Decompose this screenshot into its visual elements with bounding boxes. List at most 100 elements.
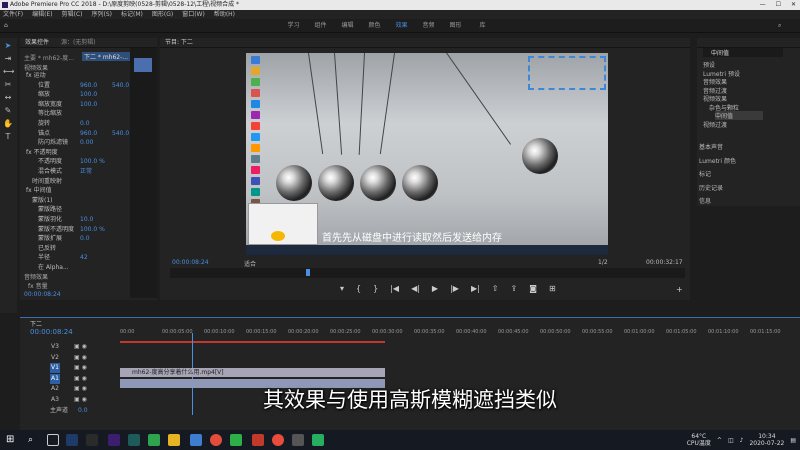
effect-row[interactable]: 不透明度100.0 %◷ (24, 158, 156, 166)
app-icon[interactable] (86, 434, 98, 446)
effect-row[interactable]: 蒙版羽化10.0◷ (24, 216, 156, 224)
effect-row[interactable]: 在 Alpha...◷ (24, 264, 156, 272)
pen-icon[interactable]: ✎ (3, 106, 13, 116)
ripple-edit-icon[interactable]: ⟷ (3, 67, 14, 77)
side-panel-tab[interactable]: 信息 (699, 196, 711, 205)
effect-row-value[interactable]: 0.0 (80, 120, 90, 128)
effect-row-value[interactable]: 0.0 (80, 235, 90, 243)
track-label[interactable]: A2 (50, 384, 60, 394)
effects-search-input[interactable]: 中间值 (703, 48, 783, 57)
track-toggle-icon[interactable]: ▣ ◉ (74, 354, 87, 361)
mark-out-bracket-icon[interactable]: } (373, 284, 378, 293)
menu-file[interactable]: 文件(F) (3, 10, 23, 19)
effect-row-value[interactable]: 960.0 (80, 82, 97, 90)
menu-marker[interactable]: 标记(M) (121, 10, 143, 19)
track-toggle-icon[interactable]: ▣ ◉ (74, 396, 87, 403)
windows-start-icon[interactable]: ⊞ (6, 434, 18, 446)
wechat-icon[interactable] (230, 434, 242, 446)
photoshop-icon[interactable] (66, 434, 78, 446)
effect-row[interactable]: 蒙版扩展0.0◷ (24, 235, 156, 243)
razor-icon[interactable]: ✂ (3, 80, 13, 90)
volume-icon[interactable]: ♪ (740, 437, 744, 444)
effect-row[interactable]: 已反转◷ (24, 245, 156, 253)
track-label[interactable]: A3 (50, 395, 60, 405)
effect-row[interactable]: 时间重映射◷ (24, 178, 156, 186)
timeline-ruler[interactable]: 00:00 00:00:05:00 00:00:10:00 00:00:15:00 00… (120, 327, 790, 337)
effect-row-value[interactable]: 100.0 % (80, 158, 105, 166)
effect-row[interactable]: 位置960.0540.0◷ (24, 82, 156, 90)
tab-program[interactable]: 节目: 下二 (165, 39, 193, 46)
effect-row-value[interactable]: 0.00 (80, 139, 93, 147)
search-icon[interactable]: ⌕ (778, 22, 781, 30)
app-icon[interactable] (312, 434, 324, 446)
tab-sequence[interactable]: 下二 (30, 319, 42, 328)
playhead-icon[interactable] (306, 269, 310, 276)
effect-row-value[interactable]: 540.0 (112, 130, 129, 138)
effect-row[interactable]: 半径42◷ (24, 254, 156, 262)
track-toggle-icon[interactable]: ▣ ◉ (74, 343, 87, 350)
program-timecode[interactable]: 00:00:08:24 (172, 259, 209, 266)
app-icon[interactable] (168, 434, 180, 446)
resolution-dropdown[interactable]: 1/2 (598, 259, 608, 266)
track-toggle-icon[interactable]: ▣ ◉ (74, 385, 87, 392)
go-to-out-icon[interactable]: ▶| (471, 284, 480, 293)
effect-controls-timecode[interactable]: 00:00:08:24 (24, 291, 61, 298)
menu-sequence[interactable]: 序列(S) (92, 10, 113, 19)
tab-effect-controls[interactable]: 效果控件 (25, 39, 49, 46)
camera-icon[interactable]: ◙ (529, 284, 537, 293)
effect-row-value[interactable]: 正常 (80, 168, 92, 176)
close-icon[interactable]: ✕ (791, 0, 796, 10)
workspace-audio[interactable]: 音频 (415, 19, 442, 33)
side-panel-tab[interactable]: 基本声音 (699, 142, 723, 151)
network-icon[interactable]: ◫ (728, 437, 734, 444)
app-icon[interactable] (148, 434, 160, 446)
tray-arrow-icon[interactable]: ^ (717, 437, 722, 444)
effect-row-value[interactable]: 100.0 (80, 91, 97, 99)
effect-row[interactable]: 蒙版(1)◷ (24, 197, 156, 205)
effect-row[interactable]: 旋转0.0◷ (24, 120, 156, 128)
slip-icon[interactable]: ↔ (3, 93, 13, 103)
effect-row-value[interactable]: 10.0 (80, 216, 93, 224)
workspace-libraries[interactable]: 库 (469, 19, 496, 33)
notification-icon[interactable]: ▤ (790, 437, 796, 444)
effect-row[interactable]: fx 运动◷ (24, 72, 156, 80)
workspace-color[interactable]: 颜色 (361, 19, 388, 33)
menu-window[interactable]: 窗口(W) (182, 10, 205, 19)
effect-row[interactable]: 缩放100.0◷ (24, 91, 156, 99)
task-view-icon[interactable] (47, 434, 59, 446)
workspace-graphics[interactable]: 图形 (442, 19, 469, 33)
record-icon[interactable] (272, 434, 284, 446)
premiere-taskbar-icon[interactable] (108, 434, 120, 446)
track-select-icon[interactable]: ⇥ (3, 54, 13, 64)
track-label[interactable]: V3 (50, 342, 60, 352)
app-icon[interactable] (292, 434, 304, 446)
track-toggle-icon[interactable]: ▣ ◉ (74, 375, 87, 382)
search-taskbar-icon[interactable]: ⌕ (28, 434, 40, 446)
effect-row[interactable]: 蒙版路径◷ (24, 206, 156, 214)
hand-icon[interactable]: ✋ (3, 119, 13, 129)
app-icon[interactable] (252, 434, 264, 446)
sequence-clip-dropdown[interactable]: 下二 * mh62-... (82, 52, 130, 61)
side-panel-tab[interactable]: 标记 (699, 169, 711, 178)
menu-edit[interactable]: 编辑(E) (32, 10, 52, 19)
timeline-timecode[interactable]: 00:00:08:24 (30, 328, 73, 336)
extract-icon[interactable]: ⇪ (511, 284, 518, 293)
button-editor-icon[interactable]: ⊞ (549, 284, 556, 293)
app-icon[interactable] (190, 434, 202, 446)
effect-row[interactable]: 等比缩放◷ (24, 110, 156, 118)
effects-tree-item[interactable]: 视频过渡 (703, 120, 727, 129)
effect-row-value[interactable]: 100.0 % (80, 226, 105, 234)
side-panel-tab[interactable]: 历史记录 (699, 183, 723, 192)
track-header[interactable]: V2 ▣ ◉ (28, 353, 138, 363)
step-forward-icon[interactable]: |▶ (450, 284, 459, 293)
maximize-icon[interactable]: ☐ (776, 0, 781, 10)
effect-row-value[interactable]: 42 (80, 254, 88, 262)
selection-tool-icon[interactable]: ➤ (3, 41, 13, 51)
video-clip[interactable]: mh62-度高分享着什么用.mp4[V] (120, 368, 385, 377)
workspace-effects[interactable]: 效果 (388, 19, 415, 33)
track-label[interactable]: A1 (50, 373, 60, 384)
effect-row[interactable]: 防闪烁滤镜0.00◷ (24, 139, 156, 147)
go-to-in-icon[interactable]: |◀ (390, 284, 399, 293)
play-icon[interactable]: ▶ (432, 284, 438, 293)
audition-icon[interactable] (128, 434, 140, 446)
